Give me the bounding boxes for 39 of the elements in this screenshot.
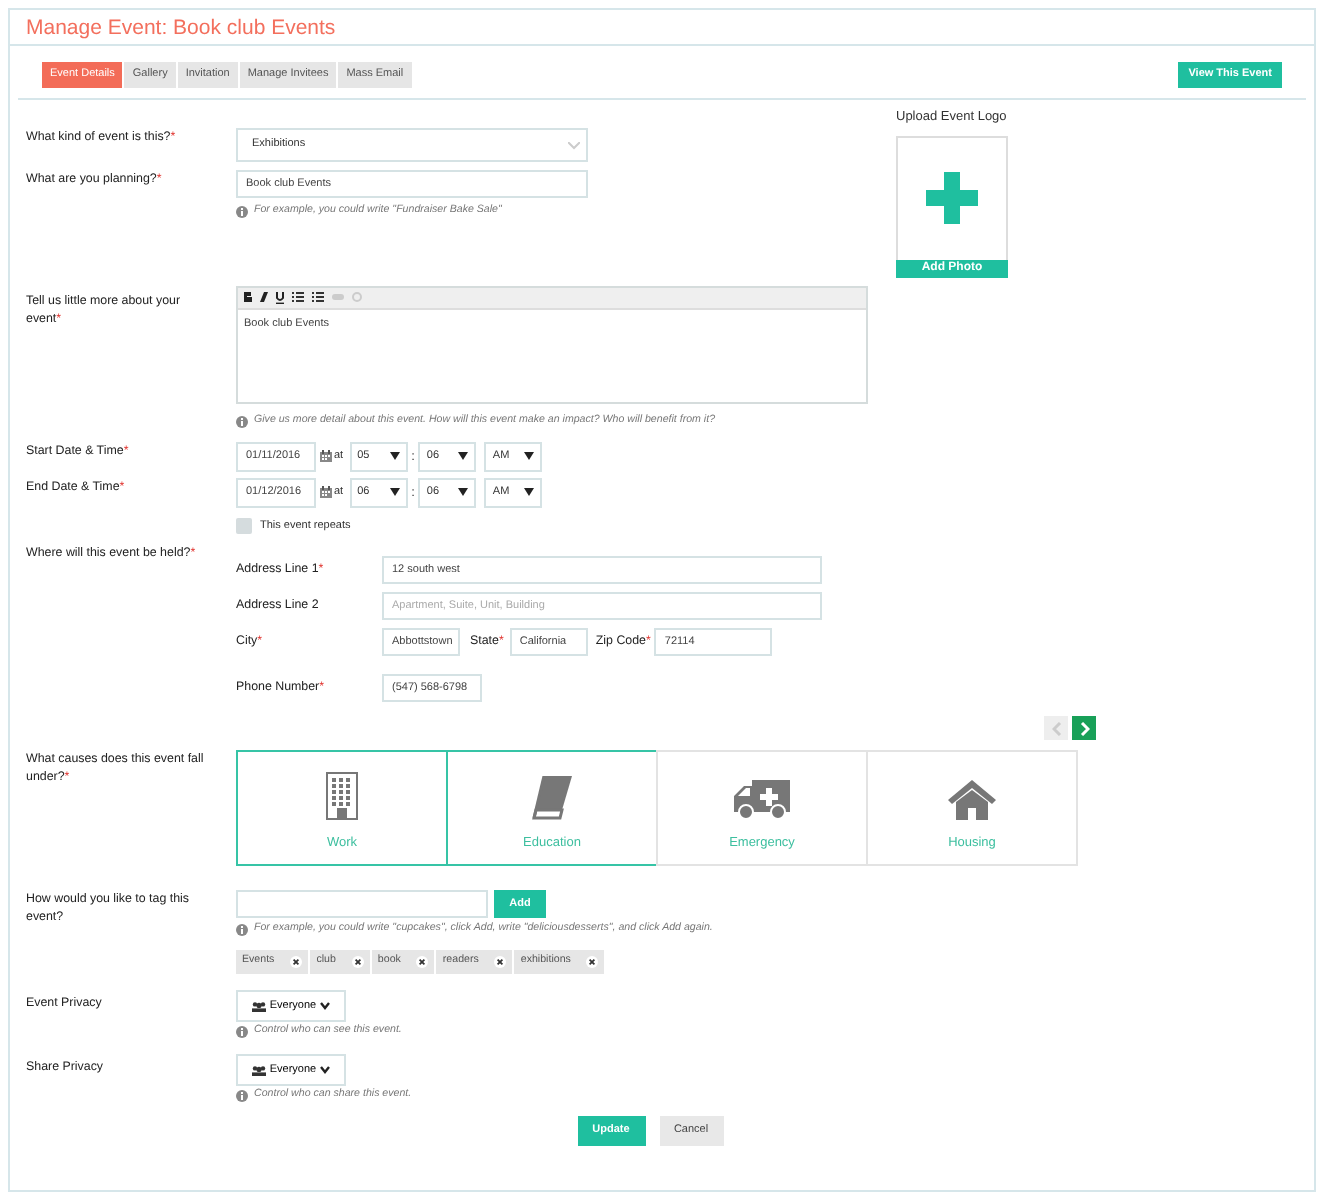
numbered-list-icon[interactable] bbox=[312, 292, 324, 303]
building-icon bbox=[326, 772, 358, 821]
caret-icon bbox=[568, 141, 580, 149]
info-icon bbox=[236, 924, 248, 937]
remove-icon[interactable] bbox=[290, 956, 303, 969]
book-icon bbox=[532, 776, 572, 821]
page-title: Manage Event: Book club Events bbox=[10, 10, 1314, 46]
ambulance-icon bbox=[734, 776, 790, 821]
checkbox[interactable] bbox=[236, 518, 252, 534]
underline-icon[interactable] bbox=[276, 291, 284, 304]
chevron-icon bbox=[1051, 721, 1061, 736]
caret-icon bbox=[458, 488, 469, 497]
info-icon bbox=[236, 1026, 248, 1039]
caret-icon bbox=[458, 452, 469, 461]
caret-icon bbox=[524, 488, 535, 497]
info-icon bbox=[236, 1089, 248, 1102]
caret-icon bbox=[389, 488, 400, 497]
info-icon bbox=[236, 415, 248, 428]
calendar-icon bbox=[320, 486, 332, 499]
caret-icon bbox=[389, 452, 400, 461]
italic-icon[interactable] bbox=[260, 292, 268, 303]
remove-icon[interactable] bbox=[416, 956, 429, 969]
remove-icon[interactable] bbox=[351, 956, 364, 969]
caret-icon bbox=[524, 452, 535, 461]
remove-icon[interactable] bbox=[494, 956, 507, 969]
next-button[interactable] bbox=[1072, 716, 1096, 741]
group-icon bbox=[251, 1001, 266, 1012]
house-icon bbox=[948, 780, 996, 821]
bold-icon[interactable] bbox=[244, 292, 252, 303]
group-icon bbox=[251, 1065, 266, 1075]
remove-icon[interactable] bbox=[586, 956, 599, 969]
chevron-down-icon bbox=[320, 1066, 331, 1074]
chevron-icon bbox=[1079, 721, 1089, 736]
plus-icon bbox=[926, 172, 978, 225]
bullet-list-icon[interactable] bbox=[292, 292, 304, 303]
info-icon bbox=[236, 205, 248, 218]
calendar-icon bbox=[320, 450, 332, 463]
chevron-down-icon bbox=[320, 1002, 331, 1011]
tag-field[interactable] bbox=[236, 890, 488, 919]
